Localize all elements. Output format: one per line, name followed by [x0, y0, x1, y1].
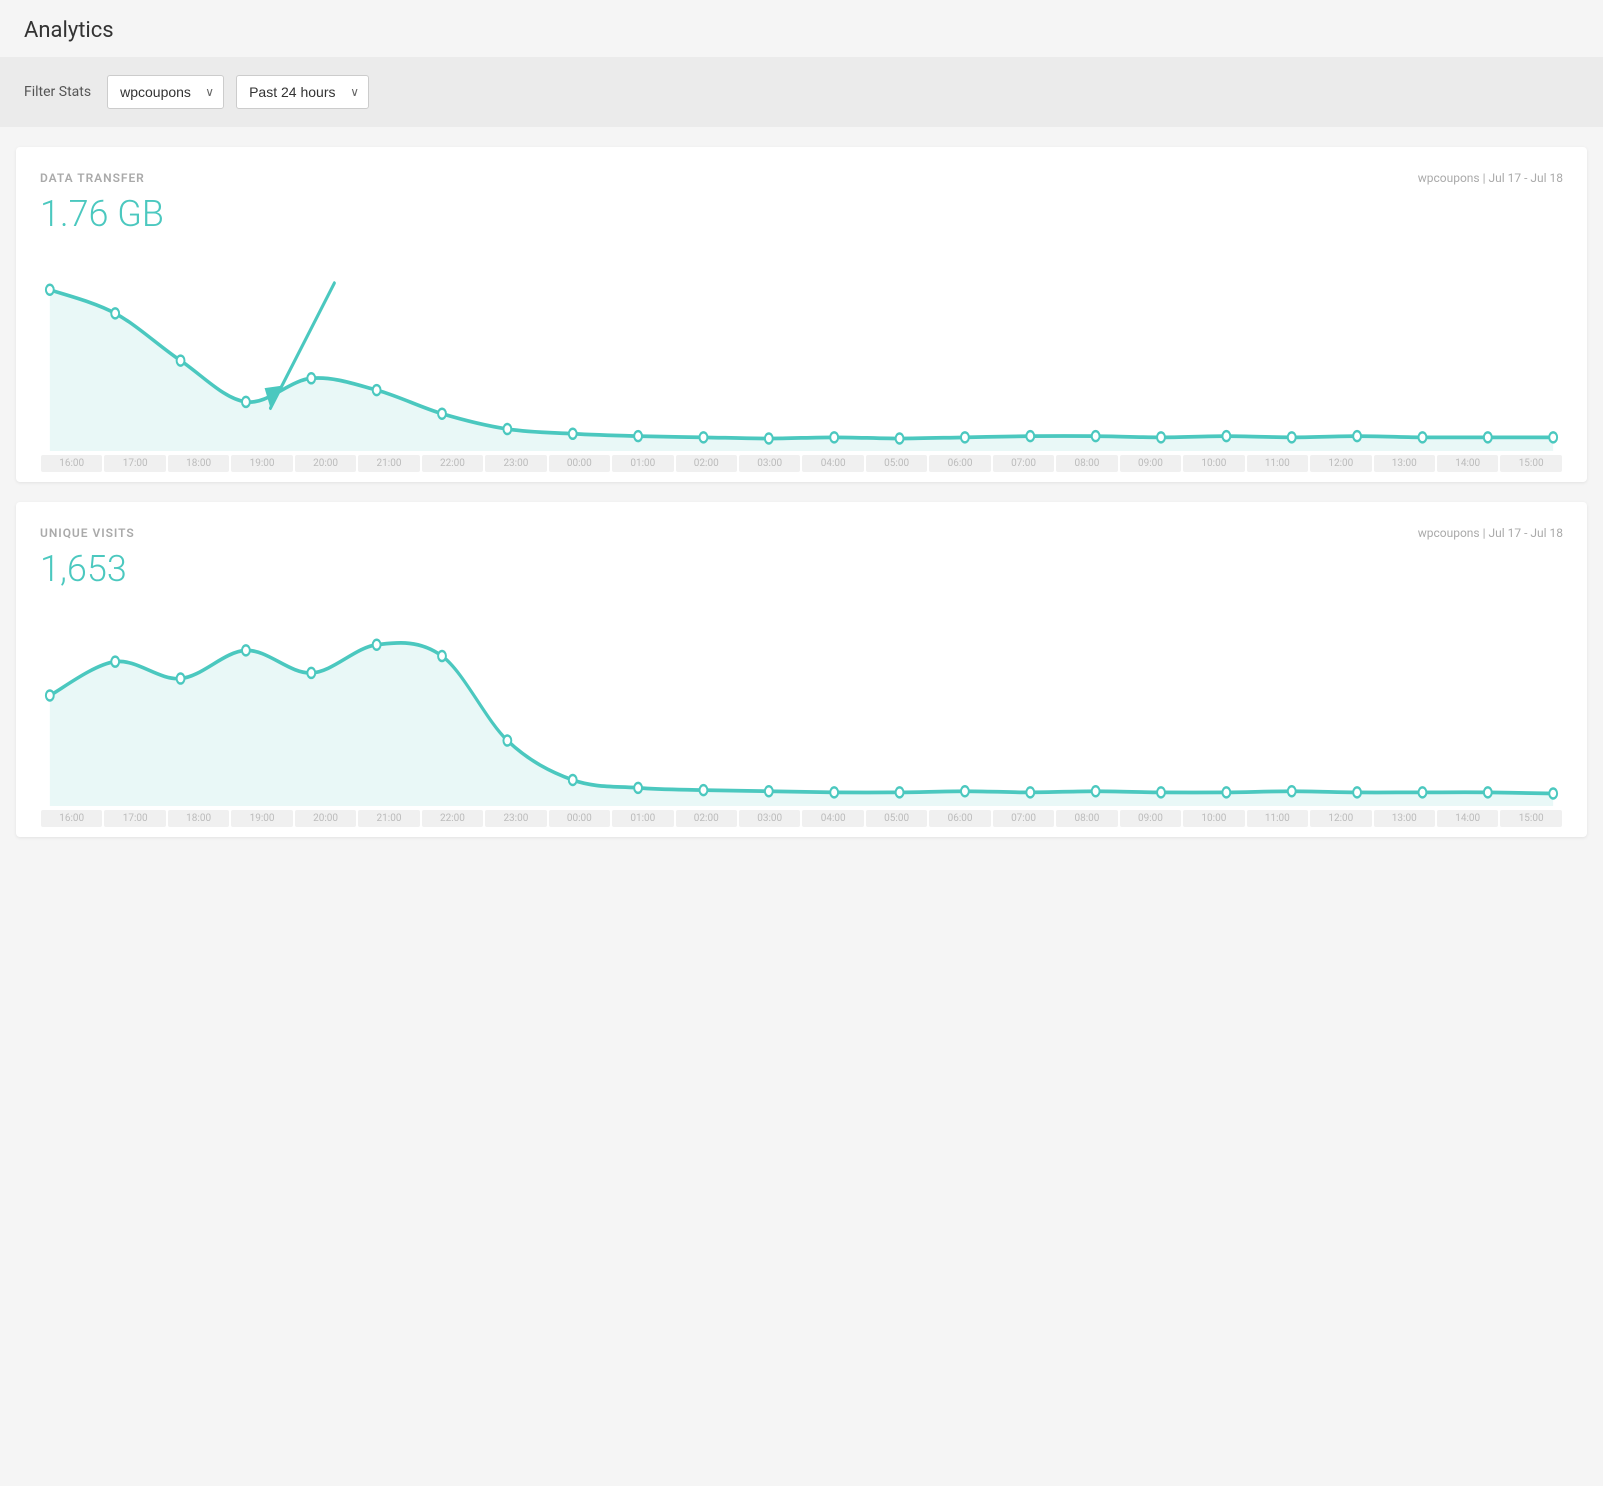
time-label: 04:00 — [802, 810, 863, 827]
site-select-wrapper: wpcoupons — [107, 75, 224, 109]
time-label: 16:00 — [41, 455, 102, 472]
time-label: 18:00 — [168, 455, 229, 472]
chart-header-data-transfer: DATA TRANSFER wpcoupons | Jul 17 - Jul 18 — [40, 171, 1563, 185]
time-label: 16:00 — [41, 810, 102, 827]
time-label: 21:00 — [358, 455, 419, 472]
chart-header-unique-visits: UNIQUE VISITS wpcoupons | Jul 17 - Jul 18 — [40, 526, 1563, 540]
time-label: 04:00 — [802, 455, 863, 472]
time-label: 03:00 — [739, 810, 800, 827]
time-label: 17:00 — [104, 455, 165, 472]
chart-svg-unique-visits — [40, 606, 1563, 806]
time-label: 20:00 — [295, 810, 356, 827]
time-label: 05:00 — [866, 455, 927, 472]
time-label: 23:00 — [485, 455, 546, 472]
chart-svg-container-unique-visits — [40, 606, 1563, 806]
time-label: 05:00 — [866, 810, 927, 827]
time-label: 10:00 — [1183, 810, 1244, 827]
chart-card-data-transfer: DATA TRANSFER wpcoupons | Jul 17 - Jul 18… — [16, 147, 1587, 482]
chart-svg-data-transfer — [40, 251, 1563, 451]
time-label: 08:00 — [1056, 455, 1117, 472]
time-label: 15:00 — [1500, 810, 1561, 827]
time-label: 02:00 — [676, 455, 737, 472]
time-label: 21:00 — [358, 810, 419, 827]
time-label: 12:00 — [1310, 810, 1371, 827]
filter-label: Filter Stats — [24, 84, 91, 100]
time-label: 13:00 — [1374, 455, 1435, 472]
time-label: 19:00 — [231, 810, 292, 827]
time-label: 00:00 — [549, 810, 610, 827]
time-label: 07:00 — [993, 455, 1054, 472]
time-label: 13:00 — [1374, 810, 1435, 827]
period-select[interactable]: Past 24 hours Past 7 days Past 30 days — [236, 75, 369, 109]
time-labels-data-transfer: 16:0017:0018:0019:0020:0021:0022:0023:00… — [40, 455, 1563, 482]
time-label: 17:00 — [104, 810, 165, 827]
time-label: 06:00 — [929, 810, 990, 827]
time-label: 14:00 — [1437, 455, 1498, 472]
page-title: Analytics — [0, 0, 1603, 57]
time-label: 07:00 — [993, 810, 1054, 827]
time-label: 01:00 — [612, 810, 673, 827]
time-label: 02:00 — [676, 810, 737, 827]
chart-value-unique-visits: 1,653 — [40, 548, 1563, 590]
charts-container: DATA TRANSFER wpcoupons | Jul 17 - Jul 18… — [0, 127, 1603, 857]
time-label: 08:00 — [1056, 810, 1117, 827]
time-label: 14:00 — [1437, 810, 1498, 827]
time-label: 19:00 — [231, 455, 292, 472]
time-label: 01:00 — [612, 455, 673, 472]
filter-bar: Filter Stats wpcoupons Past 24 hours Pas… — [0, 57, 1603, 127]
time-label: 00:00 — [549, 455, 610, 472]
chart-title-data-transfer: DATA TRANSFER — [40, 171, 145, 185]
time-label: 23:00 — [485, 810, 546, 827]
time-label: 03:00 — [739, 455, 800, 472]
time-label: 09:00 — [1120, 810, 1181, 827]
period-select-wrapper: Past 24 hours Past 7 days Past 30 days — [236, 75, 369, 109]
time-label: 09:00 — [1120, 455, 1181, 472]
time-label: 11:00 — [1247, 810, 1308, 827]
chart-card-unique-visits: UNIQUE VISITS wpcoupons | Jul 17 - Jul 18… — [16, 502, 1587, 837]
time-label: 22:00 — [422, 455, 483, 472]
chart-meta-data-transfer: wpcoupons | Jul 17 - Jul 18 — [1418, 171, 1563, 185]
chart-meta-unique-visits: wpcoupons | Jul 17 - Jul 18 — [1418, 526, 1563, 540]
time-label: 06:00 — [929, 455, 990, 472]
chart-value-data-transfer: 1.76 GB — [40, 193, 1563, 235]
time-label: 18:00 — [168, 810, 229, 827]
site-select[interactable]: wpcoupons — [107, 75, 224, 109]
time-label: 20:00 — [295, 455, 356, 472]
chart-title-unique-visits: UNIQUE VISITS — [40, 526, 135, 540]
time-label: 11:00 — [1247, 455, 1308, 472]
time-label: 10:00 — [1183, 455, 1244, 472]
time-label: 22:00 — [422, 810, 483, 827]
time-label: 12:00 — [1310, 455, 1371, 472]
time-label: 15:00 — [1500, 455, 1561, 472]
time-labels-unique-visits: 16:0017:0018:0019:0020:0021:0022:0023:00… — [40, 810, 1563, 837]
chart-svg-container-data-transfer — [40, 251, 1563, 451]
